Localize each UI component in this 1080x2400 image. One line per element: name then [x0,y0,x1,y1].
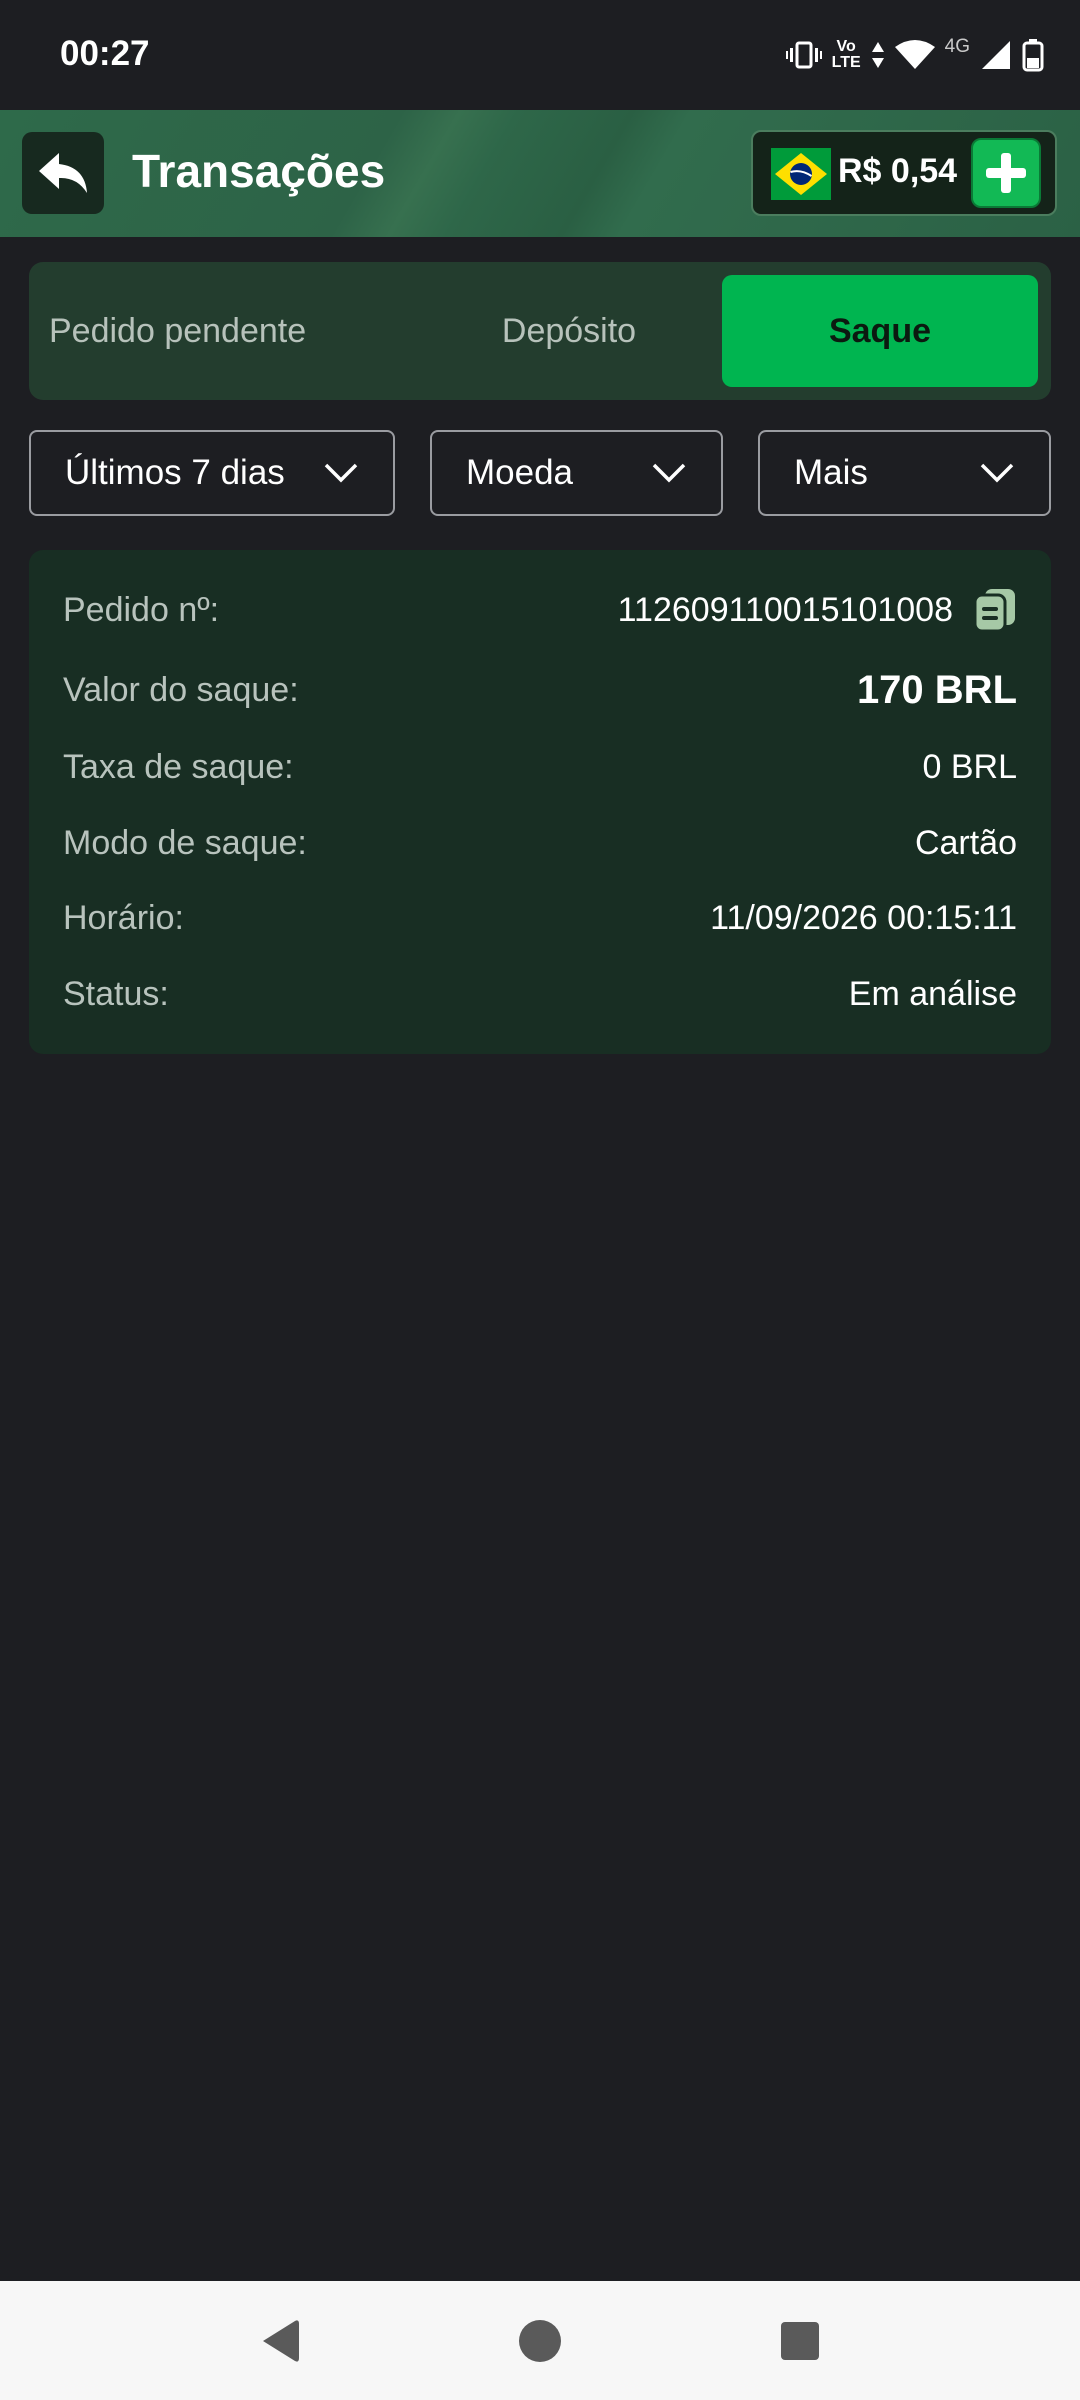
time-label: Horário: [63,898,184,937]
nav-back-button[interactable] [250,2311,310,2371]
signal-icon [982,41,1010,69]
order-value-wrap: 112609110015101008 [618,587,1017,633]
triangle-back-icon [263,2320,299,2362]
mode-label: Modo de saque: [63,823,307,862]
network-type-label: 4G [944,36,970,57]
status-label: Status: [63,974,169,1013]
mode-row: Modo de saque: Cartão [63,813,1017,873]
tab-deposito[interactable]: Depósito [419,262,719,400]
page-title: Transações [132,145,386,197]
data-arrows-icon [871,42,884,68]
date-range-label: Últimos 7 dias [65,453,285,492]
status-time: 00:27 [60,34,150,73]
wifi-icon [894,40,935,69]
status-bar: 00:27 Vo LTE 4G [0,0,1080,110]
chevron-down-icon [324,463,358,483]
time-row: Horário: 11/09/2026 00:15:11 [63,888,1017,948]
status-value: Em análise [848,974,1017,1013]
volte-icon: Vo LTE [831,38,861,71]
currency-dropdown[interactable]: Moeda [430,430,723,516]
more-label: Mais [794,453,868,492]
mode-value: Cartão [914,823,1017,862]
brazil-flag-icon [771,148,831,200]
amount-row: Valor do saque: 170 BRL [63,660,1017,720]
tab-saque[interactable]: Saque [722,275,1038,387]
amount-label: Valor do saque: [63,670,299,709]
order-row: Pedido nº: 112609110015101008 [63,580,1017,640]
amount-value: 170 BRL [856,667,1017,712]
status-row: Status: Em análise [63,964,1017,1024]
fee-row: Taxa de saque: 0 BRL [63,737,1017,797]
transaction-type-tabs: Pedido pendente Depósito Saque [29,262,1051,400]
balance-widget[interactable]: R$ 0,54 [751,130,1057,216]
balance-amount: R$ 0,54 [838,152,958,190]
add-funds-button[interactable] [971,138,1041,208]
nav-home-button[interactable] [510,2311,570,2371]
vibrate-icon [785,41,822,69]
circle-home-icon [519,2320,561,2362]
nav-recents-button[interactable] [770,2311,830,2371]
battery-icon [1022,39,1044,72]
order-label: Pedido nº: [63,590,220,629]
back-arrow-icon [39,153,87,193]
back-button[interactable] [22,132,104,214]
more-dropdown[interactable]: Mais [758,430,1051,516]
copy-icon[interactable] [973,587,1017,633]
square-recents-icon [781,2322,819,2360]
order-number: 112609110015101008 [617,590,953,629]
app-header: Transações R$ 0,54 [0,110,1080,237]
chevron-down-icon [980,463,1014,483]
status-icons: Vo LTE 4G [785,32,1044,78]
chevron-down-icon [652,463,686,483]
fee-value: 0 BRL [922,747,1018,786]
fee-label: Taxa de saque: [63,747,294,786]
time-value: 11/09/2026 00:15:11 [710,898,1017,937]
currency-label: Moeda [466,453,574,492]
date-range-dropdown[interactable]: Últimos 7 dias [29,430,395,516]
tab-pedido-pendente[interactable]: Pedido pendente [49,262,369,400]
system-nav-bar [0,2281,1080,2400]
transaction-card: Pedido nº: 112609110015101008 Valor do s… [29,550,1051,1054]
plus-icon [986,153,1026,193]
